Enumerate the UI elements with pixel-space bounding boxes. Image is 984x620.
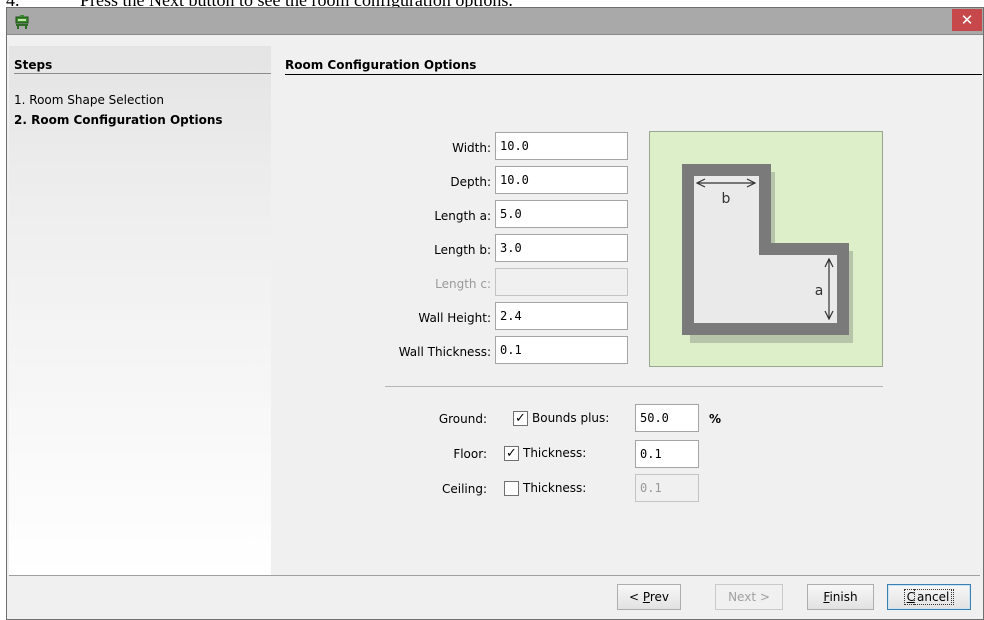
app-icon <box>15 15 29 29</box>
ground-bounds-input[interactable]: 50.0 <box>635 404 699 432</box>
wizard-window: ✕ Steps 1. Room Shape Selection 2. Room … <box>6 7 984 620</box>
next-button: Next > <box>715 584 783 610</box>
next-button-label: Next > <box>728 590 770 604</box>
wall-height-input[interactable]: 2.4 <box>495 302 628 330</box>
title-bar[interactable]: ✕ <box>7 8 983 35</box>
prev-button-label: rev <box>649 590 670 604</box>
close-button[interactable]: ✕ <box>952 9 982 31</box>
step-item-room-shape-selection: 1. Room Shape Selection <box>14 93 164 107</box>
floor-thickness-label: Thickness: <box>523 446 587 460</box>
steps-divider <box>14 73 271 74</box>
prev-button-mnemonic: P <box>642 590 650 604</box>
wall-thickness-input[interactable]: 0.1 <box>495 336 628 364</box>
finish-button-label: inish <box>829 590 858 604</box>
button-bar-divider <box>9 575 980 576</box>
steps-header: Steps <box>14 58 53 72</box>
floor-label: Floor: <box>453 447 487 461</box>
cancel-button-label: ancel <box>914 589 953 605</box>
page-title: Room Configuration Options <box>285 58 477 72</box>
page-title-divider <box>285 74 982 75</box>
dimension-label-a: a <box>815 283 824 299</box>
dimension-label-b: b <box>722 191 731 207</box>
floor-thickness-input[interactable]: 0.1 <box>635 440 699 468</box>
ground-checkbox[interactable]: ✓ <box>513 411 528 426</box>
ceiling-checkbox[interactable] <box>504 481 519 496</box>
ceiling-thickness-label: Thickness: <box>523 481 587 495</box>
cancel-button-mnemonic: C <box>906 590 916 604</box>
prev-button[interactable]: < Prev <box>617 584 681 610</box>
prev-button-prefix: < <box>628 590 643 604</box>
room-shape-diagram: b a <box>649 131 883 367</box>
ceiling-label: Ceiling: <box>441 482 487 496</box>
ceiling-thickness-input: 0.1 <box>635 474 699 502</box>
wall-height-label: Wall Height: <box>418 311 491 325</box>
length-b-input[interactable]: 3.0 <box>495 234 628 262</box>
length-c-label: Length c: <box>435 277 491 291</box>
checkmark-icon: ✓ <box>506 446 517 461</box>
checkmark-icon: ✓ <box>515 411 526 426</box>
depth-input[interactable]: 10.0 <box>495 166 628 194</box>
ground-label: Ground: <box>438 412 487 426</box>
wall-thickness-label: Wall Thickness: <box>398 345 491 359</box>
length-b-label: Length b: <box>434 243 491 257</box>
section-separator <box>385 386 883 387</box>
step-item-room-configuration-options: 2. Room Configuration Options <box>14 113 223 127</box>
cancel-button-focus: Cancel <box>903 589 955 605</box>
floor-checkbox[interactable]: ✓ <box>504 446 519 461</box>
cancel-button[interactable]: Cancel <box>887 584 971 610</box>
width-input[interactable]: 10.0 <box>495 132 628 160</box>
finish-button[interactable]: Finish <box>807 584 874 610</box>
ground-unit-label: % <box>709 412 722 426</box>
length-a-input[interactable]: 5.0 <box>495 200 628 228</box>
length-a-label: Length a: <box>434 209 491 223</box>
ground-bounds-plus-label: Bounds plus: <box>532 411 610 425</box>
steps-panel: Steps 1. Room Shape Selection 2. Room Co… <box>9 46 271 575</box>
close-icon: ✕ <box>960 11 974 29</box>
depth-label: Depth: <box>450 175 491 189</box>
length-c-input <box>495 268 628 296</box>
width-label: Width: <box>452 141 491 155</box>
